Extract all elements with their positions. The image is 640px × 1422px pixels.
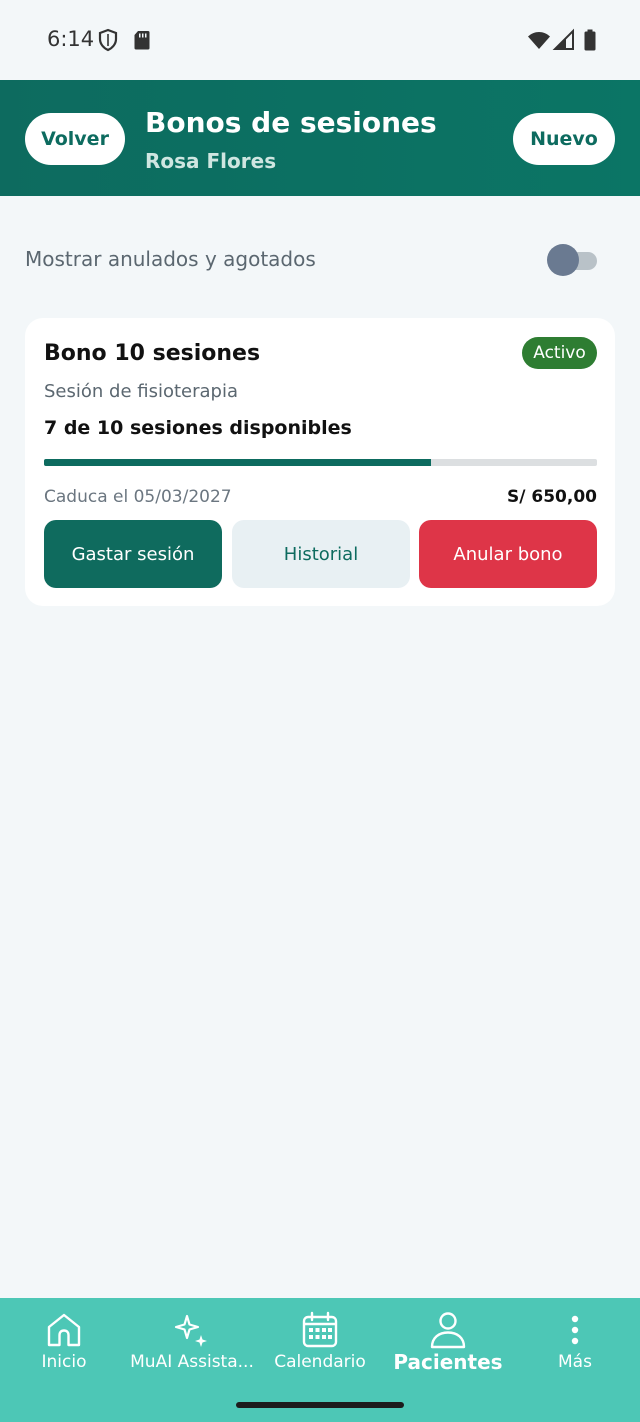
- app-header: Volver Bonos de sesiones Rosa Flores Nue…: [0, 80, 640, 196]
- cellular-signal-icon: [552, 28, 576, 52]
- bono-price: S/ 650,00: [507, 487, 597, 507]
- void-bono-button[interactable]: Anular bono: [419, 520, 597, 588]
- sd-card-icon: [130, 28, 154, 52]
- back-button[interactable]: Volver: [25, 113, 125, 165]
- new-bono-button[interactable]: Nuevo: [513, 113, 615, 165]
- sparkles-icon: [172, 1310, 212, 1350]
- nav-item-inicio[interactable]: Inicio: [24, 1298, 104, 1382]
- status-time: 6:14: [47, 27, 95, 51]
- expiry-date: Caduca el 05/03/2027: [44, 487, 232, 507]
- spend-session-button[interactable]: Gastar sesión: [44, 520, 222, 588]
- nav-item-calendario[interactable]: Calendario: [270, 1298, 370, 1382]
- sessions-progress-bar: [44, 459, 597, 466]
- status-bar: 6:14: [0, 0, 640, 80]
- sessions-progress-fill: [44, 459, 432, 466]
- page-title: Bonos de sesiones: [145, 106, 437, 139]
- shield-icon: [96, 28, 120, 52]
- nav-label-calendario: Calendario: [274, 1352, 366, 1372]
- bottom-nav: Inicio MuAI Assista... Calendario Pacien…: [0, 1298, 640, 1422]
- sessions-available: 7 de 10 sesiones disponibles: [44, 417, 352, 439]
- show-voided-toggle[interactable]: [547, 244, 599, 276]
- nav-item-pacientes[interactable]: Pacientes: [393, 1298, 503, 1382]
- home-indicator: [236, 1402, 404, 1408]
- battery-icon: [578, 28, 602, 52]
- bono-card: Bono 10 sesiones Activo Sesión de fisiot…: [25, 318, 615, 606]
- wifi-icon: [527, 28, 551, 52]
- patient-name: Rosa Flores: [145, 149, 277, 173]
- person-icon: [428, 1310, 468, 1350]
- history-button[interactable]: Historial: [232, 520, 410, 588]
- nav-label-pacientes: Pacientes: [393, 1350, 503, 1374]
- home-icon: [44, 1310, 84, 1350]
- show-voided-label: Mostrar anulados y agotados: [25, 247, 316, 271]
- nav-label-mas: Más: [558, 1352, 592, 1372]
- nav-label-inicio: Inicio: [41, 1352, 87, 1372]
- nav-item-muai-assistant[interactable]: MuAI Assista...: [122, 1298, 262, 1382]
- nav-item-mas[interactable]: Más: [545, 1298, 605, 1382]
- toggle-knob: [547, 244, 579, 276]
- calendar-icon: [300, 1310, 340, 1350]
- bono-title: Bono 10 sesiones: [44, 341, 261, 366]
- nav-label-muai-assistant: MuAI Assista...: [130, 1352, 254, 1372]
- filter-row: Mostrar anulados y agotados: [25, 240, 600, 280]
- more-vertical-icon: [555, 1310, 595, 1350]
- status-badge: Activo: [522, 337, 597, 369]
- bono-service: Sesión de fisioterapia: [44, 381, 238, 402]
